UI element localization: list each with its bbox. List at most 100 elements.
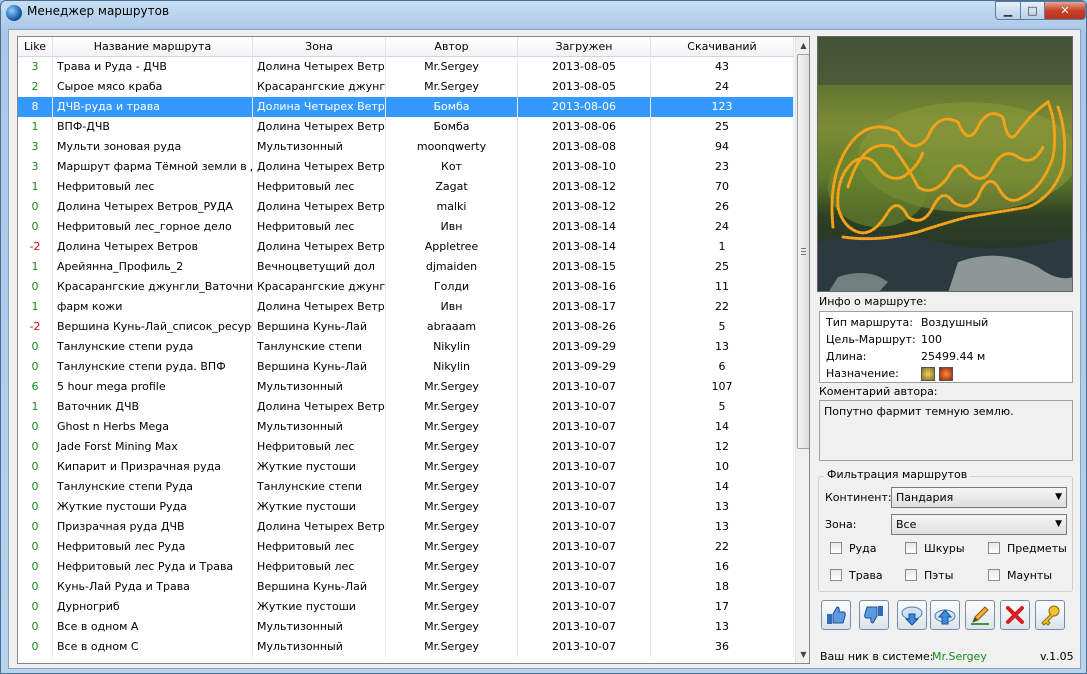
close-button[interactable]: ✕ xyxy=(1044,1,1086,20)
cell-author: Mr.Sergey xyxy=(386,377,518,397)
table-row[interactable]: -2 Долина Четырех Ветров Долина Четырех Ве… xyxy=(18,237,794,257)
download-button[interactable] xyxy=(897,600,927,630)
cell-author: Mr.Sergey xyxy=(386,497,518,517)
cell-zone: Танлунские степи xyxy=(253,477,386,497)
cell-like: 3 xyxy=(18,157,53,177)
column-header-uploaded[interactable]: Загружен xyxy=(518,37,651,57)
checkbox-ore[interactable] xyxy=(830,542,842,554)
cell-like: 1 xyxy=(18,117,53,137)
table-row[interactable]: 1 ВПФ-ДЧВ Долина Четырех Ветров Бомба 2013-0… xyxy=(18,117,794,137)
cell-downloads: 123 xyxy=(651,97,794,117)
checkbox-skins[interactable] xyxy=(905,542,917,554)
cell-zone: Долина Четырех Ветров xyxy=(253,237,386,257)
upload-button[interactable] xyxy=(930,600,960,630)
cell-author: Бомба xyxy=(386,117,518,137)
table-row[interactable]: 0 Нефритовый лес Руда Нефритовый лес Mr.Ser… xyxy=(18,537,794,557)
like-button[interactable] xyxy=(821,600,851,630)
cell-zone: Нефритовый лес xyxy=(253,177,386,197)
cell-author: Бомба xyxy=(386,97,518,117)
column-header-zone[interactable]: Зона xyxy=(253,37,386,57)
table-scrollbar[interactable]: ▲ ▼ xyxy=(795,37,809,663)
table-row[interactable]: 1 Ваточник ДЧВ Долина Четырех Ветров Mr.Ser… xyxy=(18,397,794,417)
table-row[interactable]: 0 Jade Forst Mining Max Нефритовый лес Mr.S… xyxy=(18,437,794,457)
cell-downloads: 25 xyxy=(651,257,794,277)
cell-zone: Танлунские степи xyxy=(253,337,386,357)
table-row[interactable]: -2 Вершина Кунь-Лай_список_ресурсов Вершин… xyxy=(18,317,794,337)
route-length-label: Длина: xyxy=(826,350,867,363)
route-type-value: Воздушный xyxy=(921,316,989,329)
table-row[interactable]: 0 Жуткие пустоши Руда Жуткие пустоши Mr.Ser… xyxy=(18,497,794,517)
key-icon xyxy=(1041,605,1060,626)
table-row[interactable]: 1 Арейянна_Профиль_2 Вечноцветущий дол djma… xyxy=(18,257,794,277)
author-comment-box[interactable]: Попутно фармит темную землю. xyxy=(819,400,1073,461)
cell-zone: Долина Четырех Ветров xyxy=(253,117,386,137)
cell-uploaded: 2013-10-07 xyxy=(518,617,651,637)
scroll-down-arrow-icon[interactable]: ▼ xyxy=(796,646,809,663)
table-row[interactable]: 1 фарм кожи Долина Четырех Ветров Ивн 2013-0… xyxy=(18,297,794,317)
thumbs-up-icon xyxy=(827,606,846,624)
cell-downloads: 18 xyxy=(651,577,794,597)
table-row[interactable]: 3 Маршрут фарма Тёмной земли в Д... Долина… xyxy=(18,157,794,177)
table-row[interactable]: 0 Нефритовый лес_горное дело Нефритовый ле… xyxy=(18,217,794,237)
table-row[interactable]: 0 Долина Четырех Ветров_РУДА Долина Четыре… xyxy=(18,197,794,217)
route-purpose-label: Назначение: xyxy=(826,367,899,380)
table-row[interactable]: 0 Все в одном А Мультизонный Mr.Sergey 2013-… xyxy=(18,617,794,637)
cloud-download-icon xyxy=(901,606,923,626)
checkbox-items[interactable] xyxy=(988,542,1000,554)
edit-button[interactable] xyxy=(965,600,995,630)
column-header-name[interactable]: Название маршрута xyxy=(53,37,253,57)
cell-author: Mr.Sergey xyxy=(386,477,518,497)
table-row[interactable]: 2 Сырое мясо краба Красарангские джунгли Mr… xyxy=(18,77,794,97)
table-row[interactable]: 1 Нефритовый лес Нефритовый лес Zagat 2013-0… xyxy=(18,177,794,197)
checkbox-mounts[interactable] xyxy=(988,569,1000,581)
cell-name: Нефритовый лес_горное дело xyxy=(53,217,253,237)
dislike-button[interactable] xyxy=(859,600,889,630)
chevron-down-icon: ▼ xyxy=(1055,492,1062,502)
table-row[interactable]: 0 Танлунские степи руда Танлунские степи Ni… xyxy=(18,337,794,357)
table-row[interactable]: 0 Красарангские джунгли_Ваточник Красаранг… xyxy=(18,277,794,297)
checkbox-pets[interactable] xyxy=(905,569,917,581)
cell-uploaded: 2013-08-26 xyxy=(518,317,651,337)
table-row[interactable]: 65 hour mega profile Мультизонный Mr.Serge… xyxy=(18,377,794,397)
table-row[interactable]: 0 Все в одном С Мультизонный Mr.Sergey 2013-… xyxy=(18,637,794,657)
column-header-like[interactable]: Like xyxy=(18,37,53,57)
continent-select[interactable]: Пандария ▼ xyxy=(891,487,1067,508)
zone-select[interactable]: Все ▼ xyxy=(891,514,1067,535)
scroll-up-arrow-icon[interactable]: ▲ xyxy=(796,37,809,54)
column-header-downloads[interactable]: Скачиваний xyxy=(651,37,794,57)
table-row[interactable]: 3 Мульти зоновая руда Мультизонный moonqwer… xyxy=(18,137,794,157)
table-row[interactable]: 3 Трава и Руда - ДЧВ Долина Четырех Ветров… xyxy=(18,57,794,77)
table-row[interactable]: 0 Кипарит и Призрачная руда Жуткие пустоши… xyxy=(18,457,794,477)
table-row[interactable]: 0 Призрачная руда ДЧВ Долина Четырех Ветро… xyxy=(18,517,794,537)
maximize-button[interactable]: □ xyxy=(1020,1,1045,20)
checkbox-herbs[interactable] xyxy=(830,569,842,581)
cell-downloads: 5 xyxy=(651,317,794,337)
table-row[interactable]: 0 Кунь-Лай Руда и Трава Вершина Кунь-Лай Mr… xyxy=(18,577,794,597)
column-header-author[interactable]: Автор xyxy=(386,37,518,57)
cell-like: 0 xyxy=(18,477,53,497)
cell-name: Призрачная руда ДЧВ xyxy=(53,517,253,537)
cell-name: Сырое мясо краба xyxy=(53,77,253,97)
cell-like: 0 xyxy=(18,537,53,557)
cell-author: Mr.Sergey xyxy=(386,557,518,577)
cell-downloads: 24 xyxy=(651,77,794,97)
minimize-button[interactable]: ▁ xyxy=(995,1,1021,20)
table-header: Like Название маршрута Зона Автор Загруж… xyxy=(18,37,794,57)
table-row[interactable]: 0 Танлунские степи руда. ВПФ Вершина Кунь-… xyxy=(18,357,794,377)
table-row[interactable]: 0 Нефритовый лес Руда и Трава Нефритовый л… xyxy=(18,557,794,577)
cell-uploaded: 2013-08-08 xyxy=(518,137,651,157)
cell-author: Mr.Sergey xyxy=(386,417,518,437)
cell-downloads: 13 xyxy=(651,617,794,637)
table-row[interactable]: 0 Ghost n Herbs Mega Мультизонный Mr.Sergey… xyxy=(18,417,794,437)
cell-zone: Мультизонный xyxy=(253,377,386,397)
cell-uploaded: 2013-08-12 xyxy=(518,197,651,217)
key-button[interactable] xyxy=(1035,600,1065,630)
title-bar[interactable]: Менеджер маршрутов ▁ □ ✕ xyxy=(1,1,1086,29)
table-row[interactable]: 0 Дурногриб Жуткие пустоши Mr.Sergey 2013-10… xyxy=(18,597,794,617)
cell-uploaded: 2013-09-29 xyxy=(518,357,651,377)
table-row[interactable]: 0 Танлунские степи Руда Танлунские степи Mr… xyxy=(18,477,794,497)
table-row[interactable]: 8 ДЧВ-руда и трава Долина Четырех Ветров Бо… xyxy=(18,97,794,117)
delete-button[interactable] xyxy=(1000,600,1030,630)
cell-name: Долина Четырех Ветров xyxy=(53,237,253,257)
scroll-thumb[interactable] xyxy=(797,54,809,449)
